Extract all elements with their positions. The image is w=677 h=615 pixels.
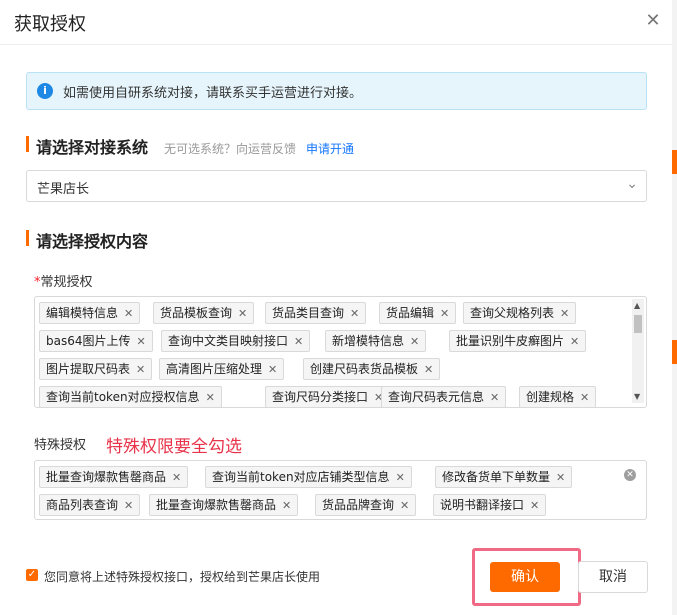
auth-tag[interactable]: 修改备货单下单数量 ✕ — [435, 466, 573, 488]
agree-checkbox[interactable]: ✓ — [26, 569, 38, 581]
auth-tag[interactable]: 查询中文类目映射接口 ✕ — [161, 330, 311, 352]
special-tags-box[interactable]: 批量查询爆款售罄商品 ✕ 查询当前token对应店铺类型信息 ✕ 修改备货单下单数量 ✕ 商… — [34, 460, 647, 520]
auth-tag[interactable]: 查询尺码分类接口 ✕ — [265, 386, 391, 407]
section-title-text: 请选择授权内容 — [36, 232, 149, 251]
auth-tag[interactable]: 查询尺码表元信息 ✕ — [381, 386, 507, 407]
auth-tag[interactable]: 货品编辑 ✕ — [379, 302, 457, 324]
auth-tag[interactable]: 商品列表查询 ✕ — [39, 494, 141, 516]
remove-tag-icon[interactable]: ✕ — [172, 471, 181, 484]
remove-tag-icon[interactable]: ✕ — [350, 307, 359, 320]
remove-tag-icon[interactable]: ✕ — [137, 335, 146, 348]
authorization-dialog: 获取授权 ✕ i 如需使用自研系统对接，请联系买手运营进行对接。 请选择对接系统… — [0, 0, 672, 615]
background-edge — [672, 340, 677, 364]
selected-system: 芒果店长 — [37, 182, 90, 197]
agree-text: 您同意将上述特殊授权接口，授权给到芒果店长使用 — [44, 570, 321, 584]
apply-link[interactable]: 申请开通 — [306, 142, 354, 156]
close-icon[interactable]: ✕ — [644, 12, 662, 30]
auth-tag[interactable]: 批量识别牛皮癣图片 ✕ — [449, 330, 587, 352]
remove-tag-icon[interactable]: ✕ — [124, 307, 133, 320]
auth-tag[interactable]: 创建规格 ✕ — [519, 386, 597, 407]
info-icon: i — [37, 83, 53, 99]
remove-tag-icon[interactable]: ✕ — [136, 363, 145, 376]
auth-tag[interactable]: bas64图片上传 ✕ — [39, 330, 153, 352]
dialog-title: 获取授权 — [14, 14, 86, 35]
remove-tag-icon[interactable]: ✕ — [570, 335, 579, 348]
remove-tag-icon[interactable]: ✕ — [556, 471, 565, 484]
regular-tags-box[interactable]: ▲ ▼ 编辑模特信息 ✕ 货品模板查询 ✕ 货品类目查询 ✕ 货品编辑 ✕ 查询父规格列表 ✕ bas… — [34, 296, 647, 408]
scrollbar[interactable]: ▲ ▼ — [632, 299, 644, 403]
section-title-text: 请选择对接系统 — [36, 138, 149, 157]
auth-tag[interactable]: 说明书翻译接口 ✕ — [433, 494, 547, 516]
background-edge — [672, 150, 677, 174]
auth-tag[interactable]: 货品品牌查询 ✕ — [315, 494, 417, 516]
remove-tag-icon[interactable]: ✕ — [580, 391, 589, 404]
cancel-button[interactable]: 取消 — [578, 561, 648, 593]
remove-tag-icon[interactable]: ✕ — [282, 499, 291, 512]
auth-tag[interactable]: 图片提取尺码表 ✕ — [39, 358, 153, 380]
auth-tag[interactable]: 查询当前token对应店铺类型信息 ✕ — [205, 466, 412, 488]
section-hint: 无可选系统？向运营反馈 — [164, 142, 297, 156]
auth-tag[interactable]: 货品类目查询 ✕ — [265, 302, 367, 324]
remove-tag-icon[interactable]: ✕ — [410, 335, 419, 348]
chevron-down-icon: ⌄ — [626, 176, 638, 192]
auth-tag[interactable]: 货品模板查询 ✕ — [153, 302, 255, 324]
remove-tag-icon[interactable]: ✕ — [206, 391, 215, 404]
auth-tag[interactable]: 创建尺码表货品模板 ✕ — [303, 358, 441, 380]
auth-tag[interactable]: 高清图片压缩处理 ✕ — [159, 358, 285, 380]
scrollbar-thumb[interactable] — [634, 315, 642, 333]
auth-tag[interactable]: 查询父规格列表 ✕ — [463, 302, 577, 324]
special-label: 特殊授权 — [34, 438, 87, 453]
regular-label-text: 常规授权 — [40, 275, 93, 290]
confirm-button[interactable]: 确认 — [490, 562, 560, 592]
auth-tag[interactable]: 新增模特信息 ✕ — [325, 330, 427, 352]
auth-tag[interactable]: 批量查询爆款售罄商品 ✕ — [39, 466, 189, 488]
auth-tag[interactable]: 编辑模特信息 ✕ — [39, 302, 141, 324]
notice-text: 如需使用自研系统对接，请联系买手运营进行对接。 — [63, 86, 363, 101]
annotation-text: 特殊权限要全勾选 — [106, 437, 242, 457]
remove-tag-icon[interactable]: ✕ — [294, 335, 303, 348]
remove-tag-icon[interactable]: ✕ — [440, 307, 449, 320]
remove-tag-icon[interactable]: ✕ — [490, 391, 499, 404]
system-select[interactable]: 芒果店长 ⌄ — [26, 170, 647, 202]
regular-label: *常规授权 — [34, 271, 93, 290]
remove-tag-icon[interactable]: ✕ — [396, 471, 405, 484]
auth-tag[interactable]: 查询当前token对应授权信息 ✕ — [39, 386, 222, 407]
system-section-title: 请选择对接系统 无可选系统？向运营反馈 申请开通 — [26, 134, 354, 158]
info-notice: i 如需使用自研系统对接，请联系买手运营进行对接。 — [26, 72, 647, 110]
remove-tag-icon[interactable]: ✕ — [560, 307, 569, 320]
remove-tag-icon[interactable]: ✕ — [424, 363, 433, 376]
remove-tag-icon[interactable]: ✕ — [400, 499, 409, 512]
clear-icon[interactable]: ✕ — [624, 469, 636, 481]
remove-tag-icon[interactable]: ✕ — [238, 307, 247, 320]
remove-tag-icon[interactable]: ✕ — [530, 499, 539, 512]
remove-tag-icon[interactable]: ✕ — [124, 499, 133, 512]
auth-tag[interactable]: 批量查询爆款售罄商品 ✕ — [149, 494, 299, 516]
content-section-title: 请选择授权内容 — [26, 228, 148, 252]
remove-tag-icon[interactable]: ✕ — [268, 363, 277, 376]
divider — [0, 44, 672, 45]
